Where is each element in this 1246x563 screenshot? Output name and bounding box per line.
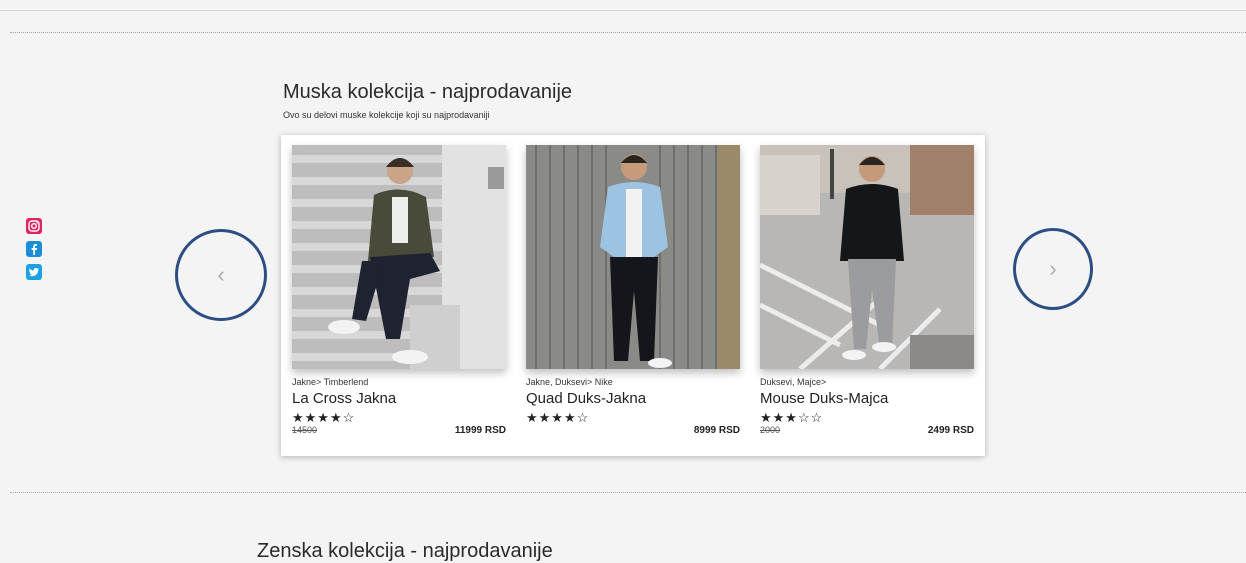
top-border	[0, 0, 1246, 11]
product-rating-stars: ★★★☆☆	[760, 410, 824, 425]
chevron-right-icon: ›	[1049, 256, 1057, 281]
carousel-next-button[interactable]: ›	[1013, 228, 1093, 310]
product-image[interactable]	[526, 145, 740, 369]
carousel-prev-button[interactable]: ‹	[175, 229, 267, 321]
section-title: Muska kolekcija - najprodavanije	[283, 81, 573, 103]
product-card[interactable]: Jakne> Timberlend La Cross Jakna ★★★★☆ 1…	[292, 145, 506, 439]
section-divider-bottom	[10, 492, 1246, 493]
product-name[interactable]: Mouse Duks-Majca	[760, 390, 974, 407]
product-card[interactable]: Duksevi, Majce> Mouse Duks-Majca ★★★☆☆ 2…	[760, 145, 974, 439]
product-rating-stars: ★★★★☆	[526, 410, 590, 425]
product-price: 11999 RSD	[454, 425, 506, 436]
facebook-icon[interactable]	[26, 241, 42, 257]
section2-title: Zenska kolekcija - najprodavanije	[257, 540, 553, 562]
twitter-icon[interactable]	[26, 264, 42, 280]
section-divider-top	[10, 32, 1246, 33]
product-category: Jakne, Duksevi> Nike	[526, 377, 613, 387]
product-name[interactable]: La Cross Jakna	[292, 390, 506, 407]
social-links	[26, 218, 42, 287]
product-old-price: 2000	[760, 425, 781, 435]
product-image[interactable]	[292, 145, 506, 369]
product-old-price: 14500	[292, 425, 318, 435]
product-carousel: Jakne> Timberlend La Cross Jakna ★★★★☆ 1…	[281, 135, 985, 456]
product-prices: 8999 RSD	[526, 425, 740, 439]
instagram-icon[interactable]	[26, 218, 42, 234]
section-subtitle: Ovo su delovi muske kolekcije koji su na…	[283, 110, 490, 120]
product-price: 8999 RSD	[693, 425, 740, 436]
product-card[interactable]: Jakne, Duksevi> Nike Quad Duks-Jakna ★★★…	[526, 145, 740, 439]
chevron-left-icon: ‹	[217, 262, 225, 287]
product-prices: 2000 2499 RSD	[760, 425, 974, 439]
product-price: 2499 RSD	[927, 425, 974, 436]
product-category: Jakne> Timberlend	[292, 377, 369, 387]
product-category: Duksevi, Majce>	[760, 377, 827, 387]
product-image[interactable]	[760, 145, 974, 369]
product-rating-stars: ★★★★☆	[292, 410, 356, 425]
product-prices: 14500 11999 RSD	[292, 425, 506, 439]
product-name[interactable]: Quad Duks-Jakna	[526, 390, 740, 407]
